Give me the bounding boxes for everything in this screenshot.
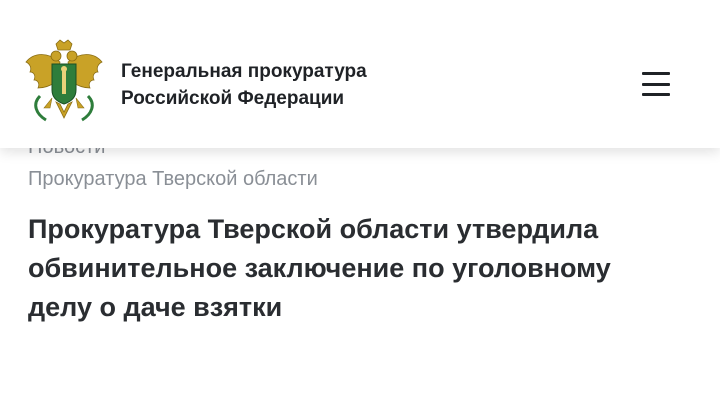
page: Новости [0, 0, 720, 405]
prosecutor-emblem-icon[interactable] [22, 38, 106, 128]
article-title-line1: Прокуратура Тверской области утвердила [28, 214, 599, 244]
menu-bar-middle [642, 82, 670, 86]
breadcrumb-current[interactable]: Прокуратура Тверской области [28, 168, 318, 191]
site-header: Генеральная прокуратура Российской Федер… [0, 0, 720, 148]
organization-name-line1: Генеральная прокуратура [121, 61, 367, 82]
article-title-line2: обвинительное заключение по уголовному [28, 253, 611, 283]
menu-bar-top [642, 72, 670, 75]
article-title: Прокуратура Тверской области утвердила о… [28, 210, 698, 327]
menu-bar-bottom [642, 93, 670, 96]
article-title-line3: делу о даче взятки [28, 292, 283, 322]
organization-name-line2: Российской Федерации [121, 88, 345, 109]
hamburger-menu-icon[interactable] [634, 66, 678, 102]
organization-name[interactable]: Генеральная прокуратура Российской Федер… [121, 58, 421, 112]
